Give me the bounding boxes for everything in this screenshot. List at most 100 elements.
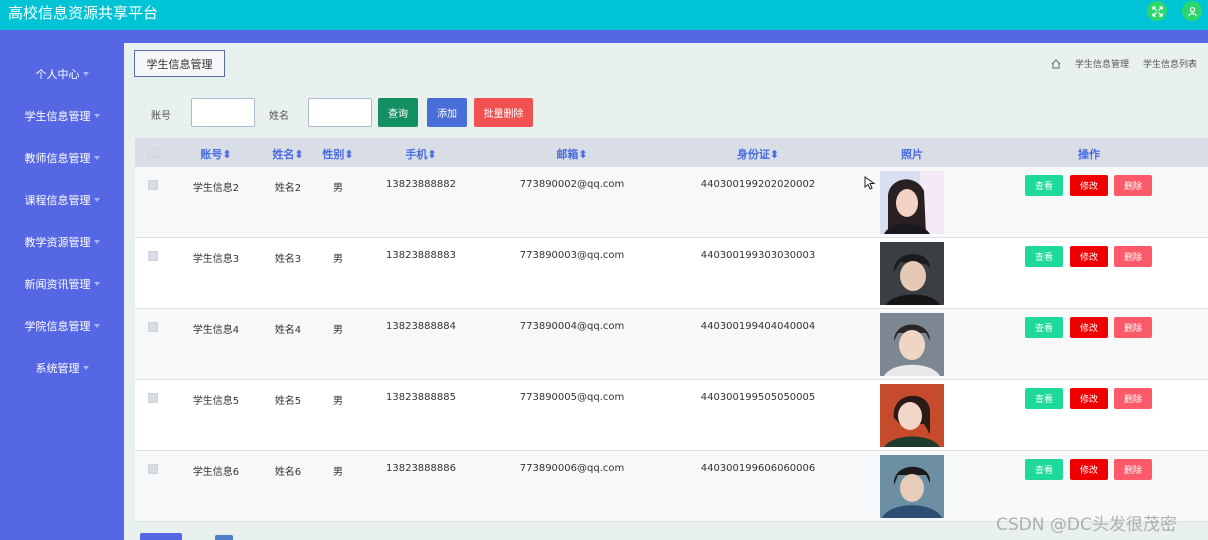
delete-button[interactable]: 删除: [1114, 175, 1152, 196]
edit-button[interactable]: 修改: [1070, 317, 1108, 338]
cell-gender: 男: [333, 396, 343, 407]
cell-email: 773890005@qq.com: [519, 392, 625, 403]
column-header-gender[interactable]: 性别⬍: [322, 146, 353, 162]
cell-account: 学生信息2: [192, 183, 240, 194]
expand-icon: [1151, 5, 1163, 17]
delete-button[interactable]: 删除: [1114, 317, 1152, 338]
sidebar-item-college-management[interactable]: 学院信息管理: [0, 316, 124, 336]
sidebar-item-label: 教学资源管理: [24, 236, 91, 249]
row-checkbox[interactable]: [148, 251, 158, 261]
cell-name: 姓名3: [274, 254, 302, 265]
cell-email: 773890006@qq.com: [519, 463, 625, 474]
sidebar-item-student-management[interactable]: 学生信息管理: [0, 106, 124, 126]
edit-button[interactable]: 修改: [1070, 459, 1108, 480]
edit-button[interactable]: 修改: [1070, 175, 1108, 196]
sidebar-item-personal-center[interactable]: 个人中心: [0, 64, 124, 84]
sidebar-item-resource-management[interactable]: 教学资源管理: [0, 232, 124, 252]
sidebar-item-news-management[interactable]: 新闻资讯管理: [0, 274, 124, 294]
sidebar-item-teacher-management[interactable]: 教师信息管理: [0, 148, 124, 168]
fullscreen-button[interactable]: [1147, 1, 1167, 21]
account-input[interactable]: [191, 98, 255, 127]
tab-student-management[interactable]: 学生信息管理: [134, 50, 225, 77]
cell-account: 学生信息3: [192, 254, 240, 265]
column-header-name[interactable]: 姓名⬍: [272, 146, 303, 162]
mouse-cursor-icon: [864, 176, 876, 190]
view-button[interactable]: 查看: [1025, 459, 1063, 480]
cell-account: 学生信息4: [192, 325, 240, 336]
add-button[interactable]: 添加: [427, 98, 467, 127]
name-input[interactable]: [308, 98, 372, 127]
pagination-page[interactable]: [215, 535, 233, 540]
app-title: 高校信息资源共享平台: [8, 4, 159, 22]
account-label: 账号: [151, 111, 171, 122]
row-checkbox[interactable]: [148, 180, 158, 190]
row-checkbox[interactable]: [148, 322, 158, 332]
cell-name: 姓名6: [274, 467, 302, 478]
cell-id-card: 440300199303030003: [700, 250, 816, 261]
cell-phone: 13823888884: [386, 321, 456, 332]
header-strip: [0, 30, 1208, 43]
column-header-account[interactable]: 账号⬍: [200, 146, 231, 162]
cell-name: 姓名2: [274, 183, 302, 194]
sidebar-item-label: 教师信息管理: [24, 152, 91, 165]
name-label: 姓名: [269, 111, 289, 122]
select-all-checkbox[interactable]: [148, 148, 158, 158]
column-header-photo: 照片: [901, 148, 923, 161]
column-header-id-card[interactable]: 身份证⬍: [737, 146, 779, 162]
row-checkbox[interactable]: [148, 464, 158, 474]
breadcrumb: 学生信息管理 学生信息列表: [1051, 57, 1197, 70]
student-table: 账号⬍ 姓名⬍ 性别⬍ 手机⬍ 邮箱⬍ 身份证⬍ 照片 操作 学生信息2 姓名2…: [135, 138, 1208, 522]
sidebar-item-label: 新闻资讯管理: [24, 278, 91, 291]
sidebar-item-system-management[interactable]: 系统管理: [0, 358, 124, 378]
edit-button[interactable]: 修改: [1070, 246, 1108, 267]
cell-phone: 13823888886: [386, 463, 456, 474]
delete-button[interactable]: 删除: [1114, 388, 1152, 409]
top-header: 高校信息资源共享平台: [0, 0, 1208, 30]
cell-id-card: 440300199505050005: [700, 392, 816, 403]
pagination-button[interactable]: [140, 533, 182, 540]
table-header: 账号⬍ 姓名⬍ 性别⬍ 手机⬍ 邮箱⬍ 身份证⬍ 照片 操作: [135, 138, 1208, 167]
user-icon: [1187, 6, 1197, 16]
breadcrumb-item-current: 学生信息列表: [1142, 60, 1197, 70]
student-photo: [880, 313, 944, 376]
student-photo: [880, 455, 944, 518]
table-row: 学生信息5 姓名5 男 13823888885 773890005@qq.com…: [135, 380, 1208, 451]
chevron-down-icon: [93, 198, 100, 202]
column-header-email[interactable]: 邮箱⬍: [556, 146, 587, 162]
column-header-phone[interactable]: 手机⬍: [405, 146, 436, 162]
view-button[interactable]: 查看: [1025, 317, 1063, 338]
edit-button[interactable]: 修改: [1070, 388, 1108, 409]
cell-account: 学生信息6: [192, 467, 240, 478]
sidebar-item-label: 课程信息管理: [24, 194, 91, 207]
view-button[interactable]: 查看: [1025, 246, 1063, 267]
batch-delete-button[interactable]: 批量删除: [474, 98, 533, 127]
cell-gender: 男: [333, 325, 343, 336]
user-button[interactable]: [1182, 1, 1202, 21]
cell-gender: 男: [333, 183, 343, 194]
sidebar-item-label: 个人中心: [35, 68, 80, 81]
view-button[interactable]: 查看: [1025, 388, 1063, 409]
student-photo: [880, 384, 944, 447]
chevron-down-icon: [82, 366, 89, 370]
cell-phone: 13823888883: [386, 250, 456, 261]
view-button[interactable]: 查看: [1025, 175, 1063, 196]
cell-phone: 13823888882: [386, 179, 456, 190]
delete-button[interactable]: 删除: [1114, 459, 1152, 480]
sidebar-item-course-management[interactable]: 课程信息管理: [0, 190, 124, 210]
table-row: 学生信息2 姓名2 男 13823888882 773890002@qq.com…: [135, 167, 1208, 238]
chevron-down-icon: [93, 240, 100, 244]
watermark: CSDN @DC头发很茂密: [996, 515, 1177, 535]
column-header-actions: 操作: [1078, 148, 1100, 161]
cell-gender: 男: [333, 254, 343, 265]
cell-email: 773890003@qq.com: [519, 250, 625, 261]
cell-id-card: 440300199202020002: [700, 179, 816, 190]
student-photo: [880, 171, 944, 234]
cell-name: 姓名5: [274, 396, 302, 407]
query-button[interactable]: 查询: [378, 98, 418, 127]
chevron-down-icon: [93, 156, 100, 160]
row-checkbox[interactable]: [148, 393, 158, 403]
breadcrumb-item[interactable]: 学生信息管理: [1075, 57, 1129, 70]
cell-id-card: 440300199606060006: [700, 463, 816, 474]
sidebar-item-label: 学院信息管理: [24, 320, 91, 333]
delete-button[interactable]: 删除: [1114, 246, 1152, 267]
